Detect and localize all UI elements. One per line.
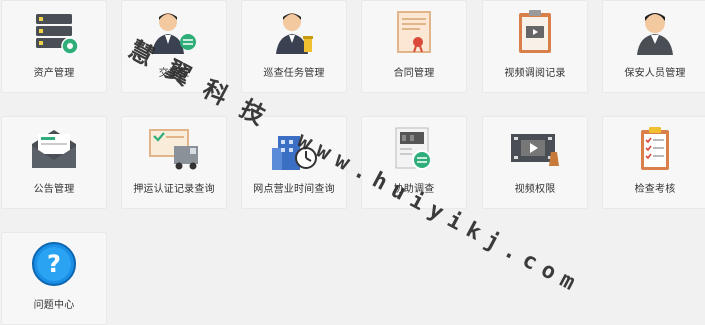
tile-notice-management[interactable]: 公告管理 (1, 116, 107, 209)
envelope-notice-icon (32, 130, 76, 168)
film-strip-icon (511, 134, 559, 166)
tile-video-access-records[interactable]: 视频调阅记录 (482, 0, 588, 93)
building-clock-icon (272, 136, 317, 170)
tile-label: 问题中心 (33, 300, 75, 311)
film-search-icon (395, 127, 432, 170)
module-grid: 资产管理 交接班 巡查任务管理 合同管理 视频调阅记录 保安人员管理 公告管理 … (0, 0, 705, 325)
tile-escort-auth-records[interactable]: 押运认证记录查询 (121, 116, 227, 209)
tile-assist-investigation[interactable]: 协助调查 (361, 116, 467, 209)
video-clipboard-icon (519, 10, 551, 53)
tile-branch-hours-query[interactable]: 网点营业时间查询 (241, 116, 347, 209)
tile-label: 网点营业时间查询 (253, 184, 335, 195)
server-gear-icon (36, 14, 79, 55)
tile-video-permissions[interactable]: 视频权限 (482, 116, 588, 209)
tile-label: 协助调查 (393, 184, 435, 195)
tile-asset-management[interactable]: 资产管理 (1, 0, 107, 93)
security-guard-icon (637, 13, 673, 55)
tile-contract-management[interactable]: 合同管理 (361, 0, 467, 93)
tile-label: 视频权限 (514, 184, 556, 195)
tile-label: 交接班 (158, 68, 190, 79)
officers-handover-icon (152, 13, 196, 54)
officer-task-icon (276, 13, 313, 54)
contract-certificate-icon (397, 11, 431, 53)
armored-truck-icon (149, 129, 198, 170)
question-circle-icon: ? (32, 242, 76, 286)
svg-text:?: ? (47, 250, 61, 278)
tile-label: 保安人员管理 (624, 68, 686, 79)
tile-label: 巡查任务管理 (263, 68, 325, 79)
tile-label: 押运认证记录查询 (133, 184, 215, 195)
tile-label: 检查考核 (634, 184, 676, 195)
tile-label: 公告管理 (33, 184, 75, 195)
tile-handover[interactable]: 交接班 (121, 0, 227, 93)
tile-security-staff[interactable]: 保安人员管理 (602, 0, 705, 93)
tile-label: 视频调阅记录 (504, 68, 566, 79)
checklist-icon (641, 127, 669, 170)
tile-label: 合同管理 (393, 68, 435, 79)
tile-help-center[interactable]: ? 问题中心 (1, 232, 107, 325)
tile-label: 资产管理 (33, 68, 75, 79)
tile-patrol-tasks[interactable]: 巡查任务管理 (241, 0, 347, 93)
tile-inspection-assessment[interactable]: 检查考核 (602, 116, 705, 209)
